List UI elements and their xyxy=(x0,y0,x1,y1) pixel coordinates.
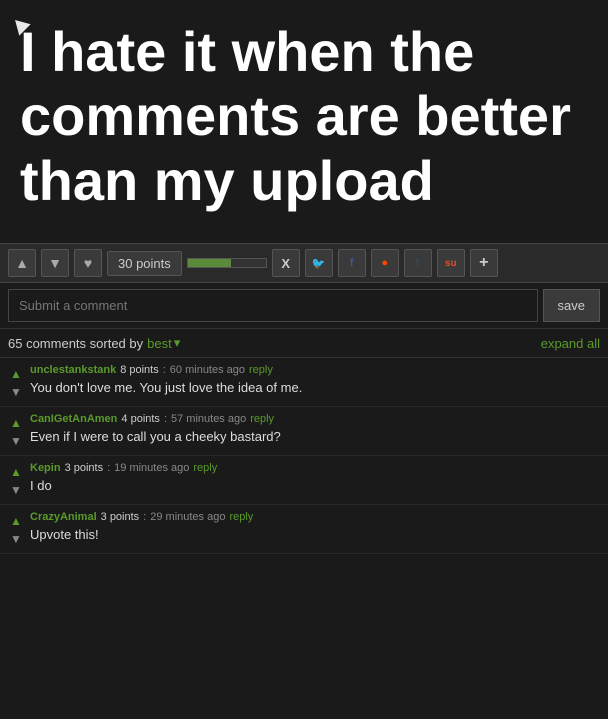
comment-text: Even if I were to call you a cheeky bast… xyxy=(30,428,600,446)
comment-input[interactable] xyxy=(8,289,538,322)
comment-author[interactable]: CanIGetAnAmen xyxy=(30,413,117,425)
upvote-button[interactable]: ▲ xyxy=(8,249,36,277)
comment-downvote-button[interactable]: ▼ xyxy=(8,384,24,400)
comment-time: 29 minutes ago xyxy=(150,511,225,523)
comment-upvote-button[interactable]: ▲ xyxy=(8,464,24,480)
separator: : xyxy=(164,413,167,425)
separator: : xyxy=(107,462,110,474)
comment-time: 57 minutes ago xyxy=(171,413,246,425)
save-comment-button[interactable]: save xyxy=(543,289,600,322)
share-x-button[interactable]: X xyxy=(272,249,300,277)
comments-count: 65 comments sorted by xyxy=(8,336,143,351)
share-stumble-button[interactable]: su xyxy=(437,249,465,277)
comment-downvote-button[interactable]: ▼ xyxy=(8,433,24,449)
share-tumblr-button[interactable]: t xyxy=(404,249,432,277)
comment-content: Kepin 3 points : 19 minutes ago reply I … xyxy=(30,462,600,498)
comment-upvote-button[interactable]: ▲ xyxy=(8,415,24,431)
comment-content: CanIGetAnAmen 4 points : 57 minutes ago … xyxy=(30,413,600,449)
comment-meta: CanIGetAnAmen 4 points : 57 minutes ago … xyxy=(30,413,600,425)
comment-points: 4 points xyxy=(121,413,160,425)
comment-meta: Kepin 3 points : 19 minutes ago reply xyxy=(30,462,600,474)
comment-vote-col: ▲ ▼ xyxy=(8,462,24,498)
comment-meta: CrazyAnimal 3 points : 29 minutes ago re… xyxy=(30,511,600,523)
favorite-button[interactable]: ♥ xyxy=(74,249,102,277)
comment-points: 3 points xyxy=(65,462,104,474)
share-more-button[interactable]: + xyxy=(470,249,498,277)
comment-upvote-button[interactable]: ▲ xyxy=(8,513,24,529)
comments-list: ▲ ▼ unclestankstank 8 points : 60 minute… xyxy=(0,358,608,554)
comment-text: Upvote this! xyxy=(30,526,600,544)
comment-row: ▲ ▼ unclestankstank 8 points : 60 minute… xyxy=(0,358,608,407)
comment-author[interactable]: CrazyAnimal xyxy=(30,511,97,523)
rating-fill xyxy=(188,259,231,267)
comment-points: 3 points xyxy=(101,511,140,523)
comment-time: 19 minutes ago xyxy=(114,462,189,474)
separator: : xyxy=(143,511,146,523)
share-reddit-button[interactable]: ● xyxy=(371,249,399,277)
comment-author[interactable]: unclestankstank xyxy=(30,364,116,376)
comment-author[interactable]: Kepin xyxy=(30,462,61,474)
comment-content: CrazyAnimal 3 points : 29 minutes ago re… xyxy=(30,511,600,547)
comment-vote-col: ▲ ▼ xyxy=(8,364,24,400)
hero-section: I hate it when the comments are better t… xyxy=(0,0,608,243)
toolbar: ▲ ▼ ♥ 30 points X 🐦 f ● t su + xyxy=(0,243,608,283)
points-display: 30 points xyxy=(107,251,182,276)
comment-row: ▲ ▼ CrazyAnimal 3 points : 29 minutes ag… xyxy=(0,505,608,554)
comment-text: You don't love me. You just love the ide… xyxy=(30,379,600,397)
share-twitter-button[interactable]: 🐦 xyxy=(305,249,333,277)
sort-dropdown[interactable]: best ▾ xyxy=(147,335,180,351)
comment-time: 60 minutes ago xyxy=(170,364,245,376)
comments-meta: 65 comments sorted by best ▾ xyxy=(8,335,180,351)
comment-reply-button[interactable]: reply xyxy=(193,462,217,474)
downvote-button[interactable]: ▼ xyxy=(41,249,69,277)
hero-text: I hate it when the comments are better t… xyxy=(20,20,588,213)
expand-all-button[interactable]: expand all xyxy=(541,336,600,351)
sort-label: best xyxy=(147,336,172,351)
rating-bar xyxy=(187,258,267,268)
comment-reply-button[interactable]: reply xyxy=(250,413,274,425)
comment-points: 8 points xyxy=(120,364,159,376)
comment-input-area: save xyxy=(0,283,608,329)
comment-meta: unclestankstank 8 points : 60 minutes ag… xyxy=(30,364,600,376)
comment-content: unclestankstank 8 points : 60 minutes ag… xyxy=(30,364,600,400)
comment-text: I do xyxy=(30,477,600,495)
share-facebook-button[interactable]: f xyxy=(338,249,366,277)
chevron-down-icon: ▾ xyxy=(174,335,181,351)
comment-row: ▲ ▼ CanIGetAnAmen 4 points : 57 minutes … xyxy=(0,407,608,456)
comment-downvote-button[interactable]: ▼ xyxy=(8,482,24,498)
comment-reply-button[interactable]: reply xyxy=(249,364,273,376)
separator: : xyxy=(163,364,166,376)
comments-header: 65 comments sorted by best ▾ expand all xyxy=(0,329,608,358)
comment-row: ▲ ▼ Kepin 3 points : 19 minutes ago repl… xyxy=(0,456,608,505)
comment-downvote-button[interactable]: ▼ xyxy=(8,531,24,547)
comment-vote-col: ▲ ▼ xyxy=(8,413,24,449)
comment-vote-col: ▲ ▼ xyxy=(8,511,24,547)
comment-upvote-button[interactable]: ▲ xyxy=(8,366,24,382)
comment-reply-button[interactable]: reply xyxy=(229,511,253,523)
